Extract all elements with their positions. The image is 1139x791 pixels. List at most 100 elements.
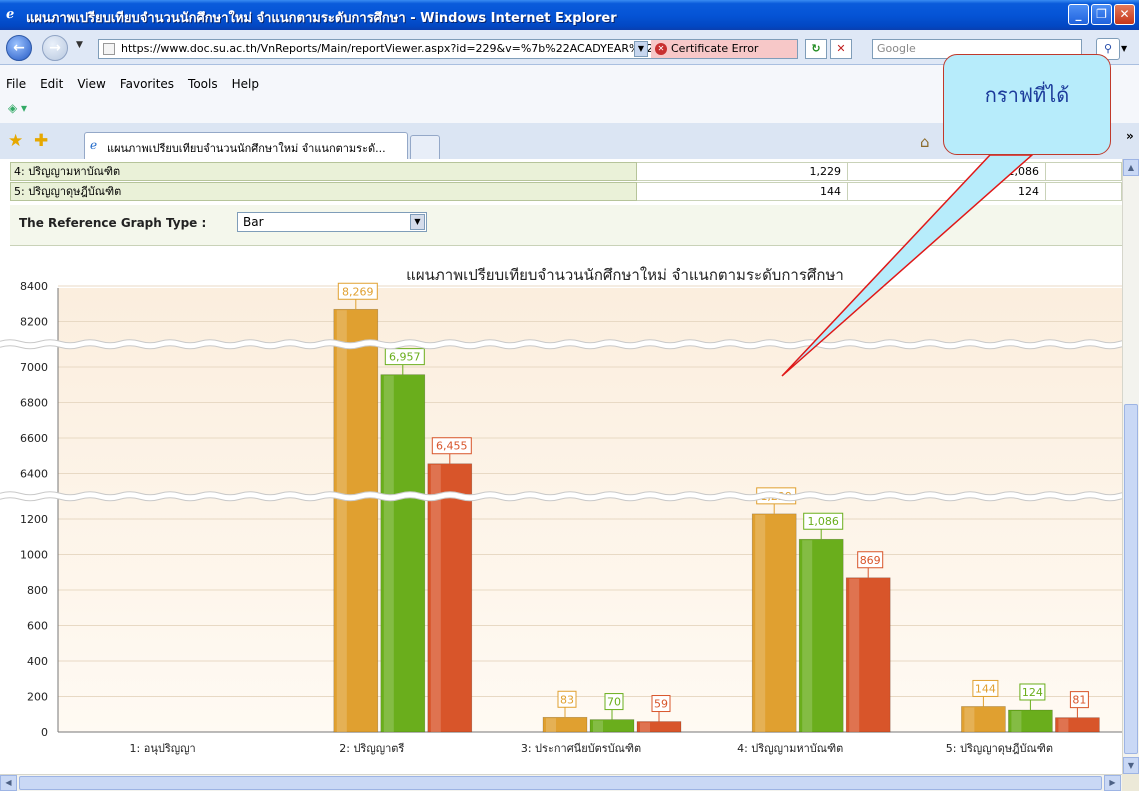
y-tick-label: 6600: [20, 432, 48, 445]
row-label: 5: ปริญญาดุษฎีบัณฑิต: [10, 182, 637, 201]
callout-text: กราฟที่ได้: [984, 83, 1070, 107]
bar-highlight: [1058, 718, 1069, 732]
translate-icon[interactable]: ◈ ▾: [8, 101, 27, 115]
data-label: 83: [560, 693, 574, 706]
scroll-left-icon[interactable]: ◀: [0, 775, 17, 791]
y-tick-label: 200: [27, 691, 48, 704]
forward-button[interactable]: →: [42, 35, 68, 61]
refresh-button[interactable]: ↻: [805, 39, 827, 59]
row-value-empty: [1046, 182, 1122, 201]
y-tick-label: 800: [27, 584, 48, 597]
vertical-scrollbar[interactable]: ▲ ▼: [1122, 159, 1139, 774]
back-button[interactable]: ←: [6, 35, 32, 61]
page-content: 4: ปริญญามหาบัณฑิต 1,229 1,086 5: ปริญญา…: [0, 159, 1122, 774]
scroll-right-icon[interactable]: ▶: [1104, 775, 1121, 791]
table-row: 4: ปริญญามหาบัณฑิต 1,229 1,086: [10, 162, 1122, 182]
x-tick-label: 2: ปริญญาตรี: [339, 742, 404, 755]
y-tick-label: 7000: [20, 361, 48, 374]
graph-type-row: The Reference Graph Type : Bar ▼: [10, 205, 1122, 246]
y-tick-label: 0: [41, 726, 48, 739]
data-label: 1,086: [807, 515, 839, 528]
y-tick-label: 1200: [20, 513, 48, 526]
horizontal-scrollbar[interactable]: ◀ ▶: [0, 774, 1122, 791]
home-icon[interactable]: ⌂: [920, 133, 930, 151]
scroll-thumb[interactable]: [1124, 404, 1138, 754]
y-tick-label: 600: [27, 620, 48, 633]
graph-type-select[interactable]: Bar ▼: [237, 212, 427, 232]
menu-edit[interactable]: Edit: [40, 77, 63, 91]
row-label: 4: ปริญญามหาบัณฑิต: [10, 162, 637, 181]
bar-highlight: [964, 707, 975, 732]
bar-highlight: [849, 578, 860, 732]
data-label: 124: [1022, 686, 1043, 699]
graph-type-value: Bar: [243, 215, 264, 229]
callout-bubble: กราฟที่ได้: [943, 54, 1111, 155]
url-text[interactable]: https://www.doc.su.ac.th/VnReports/Main/…: [121, 42, 651, 55]
scroll-thumb-horizontal[interactable]: [19, 776, 1102, 790]
shield-error-icon: ✕: [655, 43, 667, 55]
tab-report[interactable]: ℯ แผนภาพเปรียบเทียบจำนวนนักศึกษาใหม่ จำแ…: [84, 132, 408, 159]
add-favorite-icon[interactable]: ✚: [34, 131, 48, 151]
menu-tools[interactable]: Tools: [188, 77, 218, 91]
x-tick-label: 1: อนุปริญญา: [130, 742, 196, 755]
data-label: 70: [607, 696, 621, 709]
bar-highlight: [755, 514, 766, 732]
y-tick-label: 6800: [20, 397, 48, 410]
address-dropdown-icon[interactable]: ▼: [634, 41, 648, 57]
y-tick-label: 400: [27, 655, 48, 668]
more-commands-chevron-icon[interactable]: »: [1126, 129, 1134, 143]
bar-highlight: [640, 722, 650, 732]
bar-highlight: [383, 375, 394, 732]
data-label: 6,455: [436, 440, 468, 453]
data-label: 81: [1072, 694, 1086, 707]
tab-label: แผนภาพเปรียบเทียบจำนวนนักศึกษาใหม่ จำแนก…: [107, 142, 386, 155]
x-tick-label: 4: ปริญญามหาบัณฑิต: [737, 742, 843, 755]
data-label: 6,957: [389, 351, 421, 364]
y-tick-label: 1000: [20, 549, 48, 562]
bar-highlight: [546, 718, 556, 732]
certificate-error-badge[interactable]: ✕ Certificate Error: [651, 40, 797, 58]
row-value: 1,086: [848, 162, 1046, 181]
new-tab-button[interactable]: [410, 135, 440, 159]
bar-chart: แผนภาพเปรียบเทียบจำนวนนักศึกษาใหม่ จำแนก…: [0, 266, 1122, 755]
plot-area: [58, 288, 1122, 732]
chart-title: แผนภาพเปรียบเทียบจำนวนนักศึกษาใหม่ จำแนก…: [406, 266, 844, 284]
window-title-bar: ℯ แผนภาพเปรียบเทียบจำนวนนักศึกษาใหม่ จำแ…: [0, 0, 1139, 30]
row-value: 124: [848, 182, 1046, 201]
close-button[interactable]: ✕: [1114, 4, 1135, 25]
bar-highlight: [336, 310, 347, 732]
bar-highlight: [430, 464, 441, 732]
scroll-down-icon[interactable]: ▼: [1123, 757, 1139, 774]
table-row: 5: ปริญญาดุษฎีบัณฑิต 144 124: [10, 182, 1122, 202]
select-dropdown-icon[interactable]: ▼: [410, 214, 425, 230]
bar-highlight: [593, 720, 603, 732]
x-tick-label: 5: ปริญญาดุษฎีบัณฑิต: [946, 742, 1053, 755]
maximize-button[interactable]: ❐: [1091, 4, 1112, 25]
scrollbar-corner: [1122, 774, 1139, 791]
stop-button[interactable]: ✕: [830, 39, 852, 59]
menu-file[interactable]: File: [6, 77, 26, 91]
graph-type-label: The Reference Graph Type :: [19, 216, 207, 230]
menu-help[interactable]: Help: [232, 77, 259, 91]
data-label: 869: [860, 554, 881, 567]
row-value: 1,229: [637, 162, 848, 181]
favorites-star-icon[interactable]: ★: [8, 131, 23, 151]
menu-favorites[interactable]: Favorites: [120, 77, 174, 91]
bar-highlight: [802, 540, 813, 732]
window-title: แผนภาพเปรียบเทียบจำนวนนักศึกษาใหม่ จำแนก…: [26, 11, 617, 26]
search-options-dropdown-icon[interactable]: ▼: [1121, 44, 1127, 53]
row-value: 144: [637, 182, 848, 201]
tab-ie-icon: ℯ: [90, 138, 98, 152]
cert-error-label: Certificate Error: [671, 42, 759, 55]
menu-bar: File Edit View Favorites Tools Help: [6, 77, 259, 91]
data-label: 8,269: [342, 285, 374, 298]
scroll-up-icon[interactable]: ▲: [1123, 159, 1139, 176]
menu-view[interactable]: View: [77, 77, 105, 91]
address-bar[interactable]: https://www.doc.su.ac.th/VnReports/Main/…: [98, 39, 798, 59]
row-value-empty: [1046, 162, 1122, 181]
minimize-button[interactable]: _: [1068, 4, 1089, 25]
y-tick-label: 8200: [20, 316, 48, 329]
ie-logo-icon: ℯ: [6, 7, 15, 22]
recent-pages-dropdown-icon[interactable]: ▼: [76, 40, 83, 50]
y-tick-label: 6400: [20, 468, 48, 481]
